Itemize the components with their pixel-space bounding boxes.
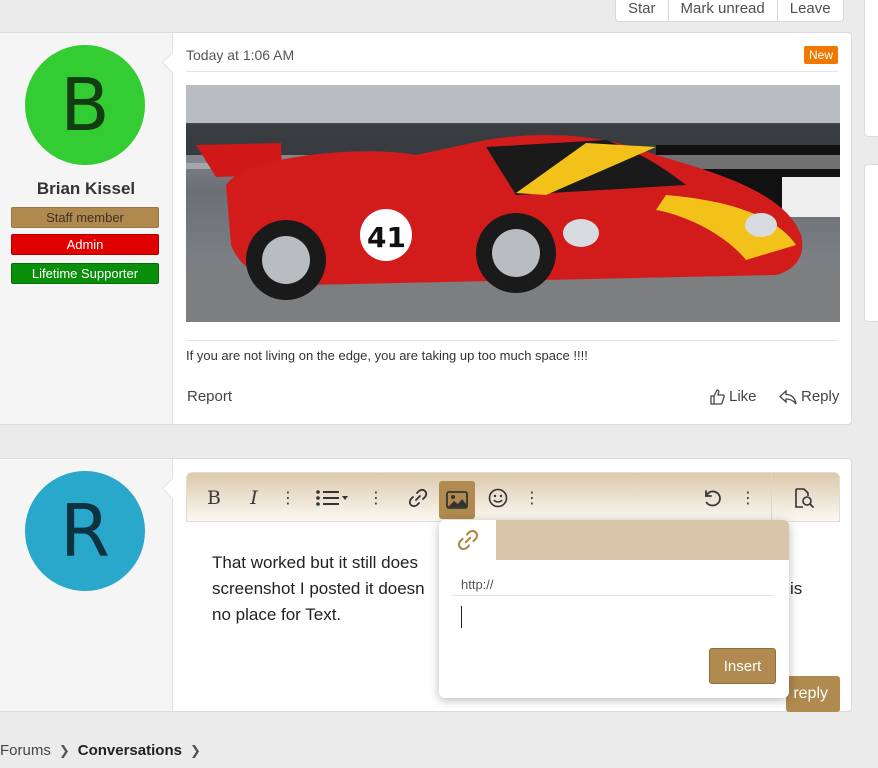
- text-cursor: [461, 606, 462, 628]
- like-label: Like: [729, 388, 757, 405]
- report-link[interactable]: Report: [187, 388, 232, 405]
- toolbar-divider: [771, 473, 772, 521]
- link-icon[interactable]: [403, 483, 433, 513]
- link-icon: [457, 529, 478, 551]
- supporter-badge: Lifetime Supporter: [11, 263, 159, 284]
- side-panel-top: [864, 0, 878, 137]
- star-button[interactable]: Star: [616, 0, 669, 21]
- message-user-column: B Brian Kissel Staff member Admin Lifeti…: [0, 33, 173, 424]
- editor-line-text: screenshot I posted it doesn: [212, 579, 425, 598]
- reply-icon: [779, 389, 797, 404]
- chevron-right-icon: ❯: [189, 742, 201, 758]
- undo-icon[interactable]: [697, 483, 727, 513]
- reply-label: Reply: [801, 388, 840, 405]
- more-icon[interactable]: ⋮: [517, 483, 547, 513]
- car-number: 41: [367, 221, 406, 254]
- insert-image-popup: http:// Insert: [439, 520, 789, 698]
- avatar[interactable]: B: [25, 45, 145, 165]
- editor-toolbar: B I ⋮ ⋮ ⋮ ⋮: [186, 472, 840, 522]
- insert-button[interactable]: Insert: [709, 648, 776, 684]
- post-reply-button[interactable]: reply: [786, 676, 840, 712]
- side-panel-middle: [864, 164, 878, 322]
- popup-tabs: [439, 520, 789, 560]
- more-icon[interactable]: ⋮: [273, 483, 303, 513]
- reply-button[interactable]: Reply: [779, 388, 839, 405]
- image-url-input[interactable]: [452, 595, 774, 635]
- leave-button[interactable]: Leave: [778, 0, 843, 21]
- more-icon[interactable]: ⋮: [361, 483, 391, 513]
- breadcrumb-forums[interactable]: Forums: [0, 742, 51, 759]
- emoji-icon[interactable]: [483, 483, 513, 513]
- more-icon[interactable]: ⋮: [733, 483, 763, 513]
- italic-icon[interactable]: I: [239, 483, 269, 513]
- post-image[interactable]: 41: [186, 85, 840, 322]
- preview-icon[interactable]: [789, 483, 819, 513]
- new-badge: New: [803, 46, 838, 64]
- divider: [186, 71, 838, 72]
- breadcrumb-conversations[interactable]: Conversations: [78, 742, 182, 759]
- avatar[interactable]: R: [25, 471, 145, 591]
- editor-line-end: is: [790, 579, 803, 598]
- chevron-right-icon: ❯: [58, 742, 70, 758]
- post-timestamp[interactable]: Today at 1:06 AM: [186, 47, 294, 63]
- signature: If you are not living on the edge, you a…: [186, 348, 588, 363]
- url-label: http://: [461, 577, 494, 592]
- divider: [186, 340, 838, 341]
- staff-badge: Staff member: [11, 207, 159, 228]
- thread-actions: Star Mark unread Leave: [615, 0, 844, 22]
- mark-unread-button[interactable]: Mark unread: [669, 0, 778, 21]
- breadcrumb: Forums ❯ Conversations ❯: [0, 742, 201, 759]
- thumbs-up-icon: [710, 388, 725, 405]
- username[interactable]: Brian Kissel: [0, 179, 173, 199]
- like-button[interactable]: Like: [709, 388, 757, 405]
- message-post: B Brian Kissel Staff member Admin Lifeti…: [0, 32, 852, 425]
- admin-badge: Admin: [11, 234, 159, 255]
- image-icon[interactable]: [439, 481, 475, 519]
- tab-url[interactable]: [439, 520, 496, 560]
- message-user-column: R: [0, 459, 173, 711]
- list-icon[interactable]: [311, 483, 355, 513]
- bold-icon[interactable]: B: [199, 483, 229, 513]
